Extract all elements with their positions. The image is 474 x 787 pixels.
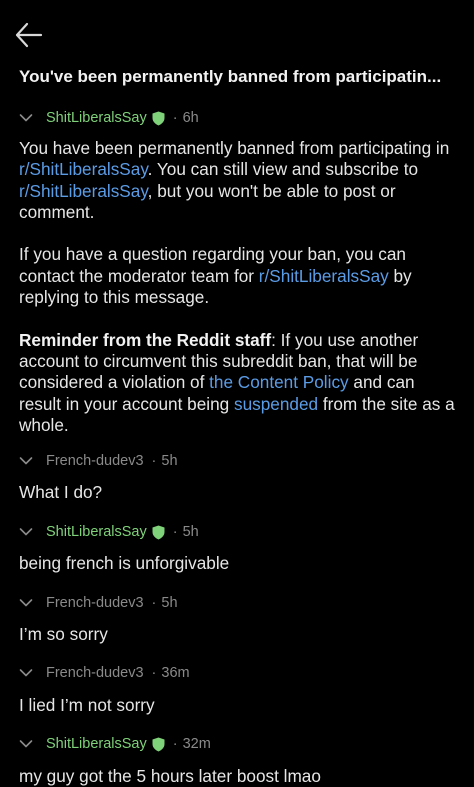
message-paragraph: You have been permanently banned from pa… <box>19 138 450 222</box>
reply-text: I lied I’m not sorry <box>19 695 155 715</box>
author-name[interactable]: French-dudev3 <box>46 595 144 611</box>
author-name[interactable]: ShitLiberalsSay <box>46 736 147 752</box>
chevron-down-icon[interactable] <box>19 527 33 537</box>
reply-text: What I do? <box>19 482 103 502</box>
chevron-down-icon[interactable] <box>19 456 33 466</box>
message-paragraph: If you have a question regarding your ba… <box>19 244 412 308</box>
shield-icon <box>152 111 165 125</box>
author-name[interactable]: French-dudev3 <box>46 453 144 469</box>
arrow-left-icon <box>15 22 43 48</box>
reply-meta: ShitLiberalsSay · 5h <box>19 521 199 543</box>
separator-dot: · <box>172 524 178 540</box>
reply-meta: French-dudev3 · 5h <box>19 450 178 472</box>
reply-meta: ShitLiberalsSay · 32m <box>19 733 211 755</box>
reply-text: being french is unforgivable <box>19 553 230 573</box>
timestamp: 32m <box>182 736 211 752</box>
separator-dot: · <box>151 665 157 681</box>
back-button[interactable] <box>14 20 44 50</box>
message-paragraph: Reminder from the Reddit staff: If you u… <box>19 329 455 435</box>
shield-icon <box>152 737 165 751</box>
separator-dot: · <box>151 595 157 611</box>
timestamp: 36m <box>161 665 190 681</box>
chevron-down-icon[interactable] <box>19 598 33 608</box>
message-subject: You've been permanently banned from part… <box>19 67 442 86</box>
content-policy-link[interactable]: the Content Policy <box>209 372 349 392</box>
author-name[interactable]: French-dudev3 <box>46 665 144 681</box>
subreddit-link[interactable]: r/ShitLiberalsSay <box>19 181 148 201</box>
subreddit-link[interactable]: r/ShitLiberalsSay <box>19 159 148 179</box>
reply-text: I’m so sorry <box>19 624 108 644</box>
author-name[interactable]: ShitLiberalsSay <box>46 110 147 126</box>
reply-meta: French-dudev3 · 36m <box>19 662 190 684</box>
reply-text: my guy got the 5 hours later boost lmao <box>19 766 321 786</box>
timestamp: 5h <box>161 453 178 469</box>
chevron-down-icon[interactable] <box>19 113 33 123</box>
suspended-link[interactable]: suspended <box>234 394 318 414</box>
reply-meta: French-dudev3 · 5h <box>19 592 178 614</box>
chevron-down-icon[interactable] <box>19 739 33 749</box>
message-meta: ShitLiberalsSay · 6h <box>19 107 199 129</box>
author-name[interactable]: ShitLiberalsSay <box>46 524 147 540</box>
chevron-down-icon[interactable] <box>19 668 33 678</box>
timestamp: 6h <box>182 110 199 126</box>
timestamp: 5h <box>182 524 199 540</box>
message-body: You have been permanently banned from pa… <box>19 138 460 457</box>
shield-icon <box>152 525 165 539</box>
separator-dot: · <box>151 453 157 469</box>
timestamp: 5h <box>161 595 178 611</box>
separator-dot: · <box>172 110 178 126</box>
separator-dot: · <box>172 736 178 752</box>
subreddit-link[interactable]: r/ShitLiberalsSay <box>259 266 389 286</box>
